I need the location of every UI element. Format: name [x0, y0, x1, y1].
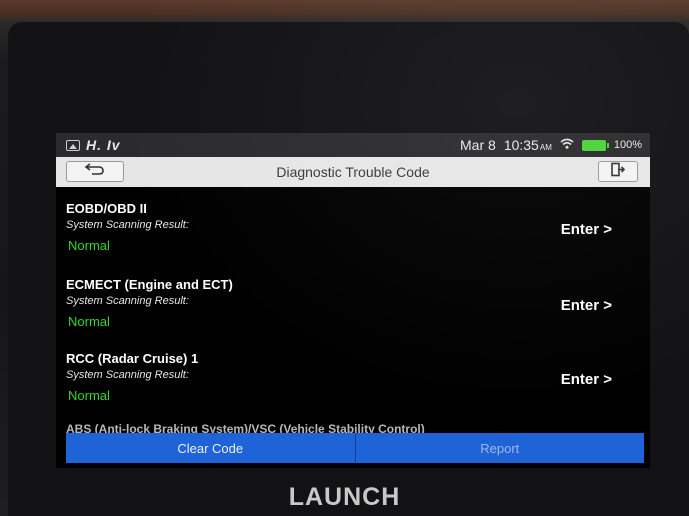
scan-result-label: System Scanning Result:	[66, 369, 189, 381]
action-bar: Clear Code Report	[66, 433, 644, 463]
list-item[interactable]: ECMECT (Engine and ECT) System Scanning …	[56, 263, 650, 335]
system-name: ECMECT (Engine and ECT)	[66, 277, 233, 292]
status-bar: H. Iv Mar 8 10:35AM 100%	[56, 133, 650, 157]
partial-system-name[interactable]: ABS (Anti-lock Braking System)/VSC (Vehi…	[66, 422, 425, 433]
signal-text: H. Iv	[86, 137, 121, 153]
gallery-icon	[66, 139, 80, 151]
report-button[interactable]: Report	[354, 433, 644, 463]
system-name: EOBD/OBD II	[66, 201, 147, 216]
exit-button[interactable]	[598, 161, 638, 182]
scan-status: Normal	[68, 238, 110, 253]
enter-button[interactable]: Enter >	[561, 371, 612, 388]
list-item[interactable]: RCC (Radar Cruise) 1 System Scanning Res…	[56, 337, 650, 409]
brand-logo: LAUNCH	[288, 483, 401, 511]
wifi-icon	[560, 138, 574, 152]
status-right: Mar 8 10:35AM 100%	[460, 137, 642, 153]
list-item[interactable]: EOBD/OBD II System Scanning Result: Norm…	[56, 187, 650, 259]
device-screen: H. Iv Mar 8 10:35AM 100% Diagnostic Trou…	[56, 133, 650, 468]
title-bar: Diagnostic Trouble Code	[56, 157, 650, 187]
scan-result-label: System Scanning Result:	[66, 219, 189, 231]
status-time-value: 10:35	[503, 137, 539, 153]
scan-result-label: System Scanning Result:	[66, 295, 189, 307]
page-title: Diagnostic Trouble Code	[276, 164, 430, 180]
exit-icon	[610, 162, 626, 182]
clear-code-button[interactable]: Clear Code	[66, 433, 355, 463]
status-left: H. Iv	[66, 137, 121, 153]
status-date: Mar 8	[460, 137, 496, 153]
enter-button[interactable]: Enter >	[561, 221, 612, 238]
scan-status: Normal	[68, 388, 110, 403]
enter-button[interactable]: Enter >	[561, 297, 612, 314]
system-list[interactable]: EOBD/OBD II System Scanning Result: Norm…	[56, 187, 650, 433]
battery-icon	[581, 139, 609, 151]
battery-percent: 100%	[613, 139, 642, 151]
scan-status: Normal	[68, 314, 110, 329]
device-photo: H. Iv Mar 8 10:35AM 100% Diagnostic Trou…	[0, 0, 689, 516]
status-time: 10:35AM	[504, 137, 552, 153]
system-name: RCC (Radar Cruise) 1	[66, 351, 199, 366]
status-ampm: AM	[539, 143, 552, 152]
